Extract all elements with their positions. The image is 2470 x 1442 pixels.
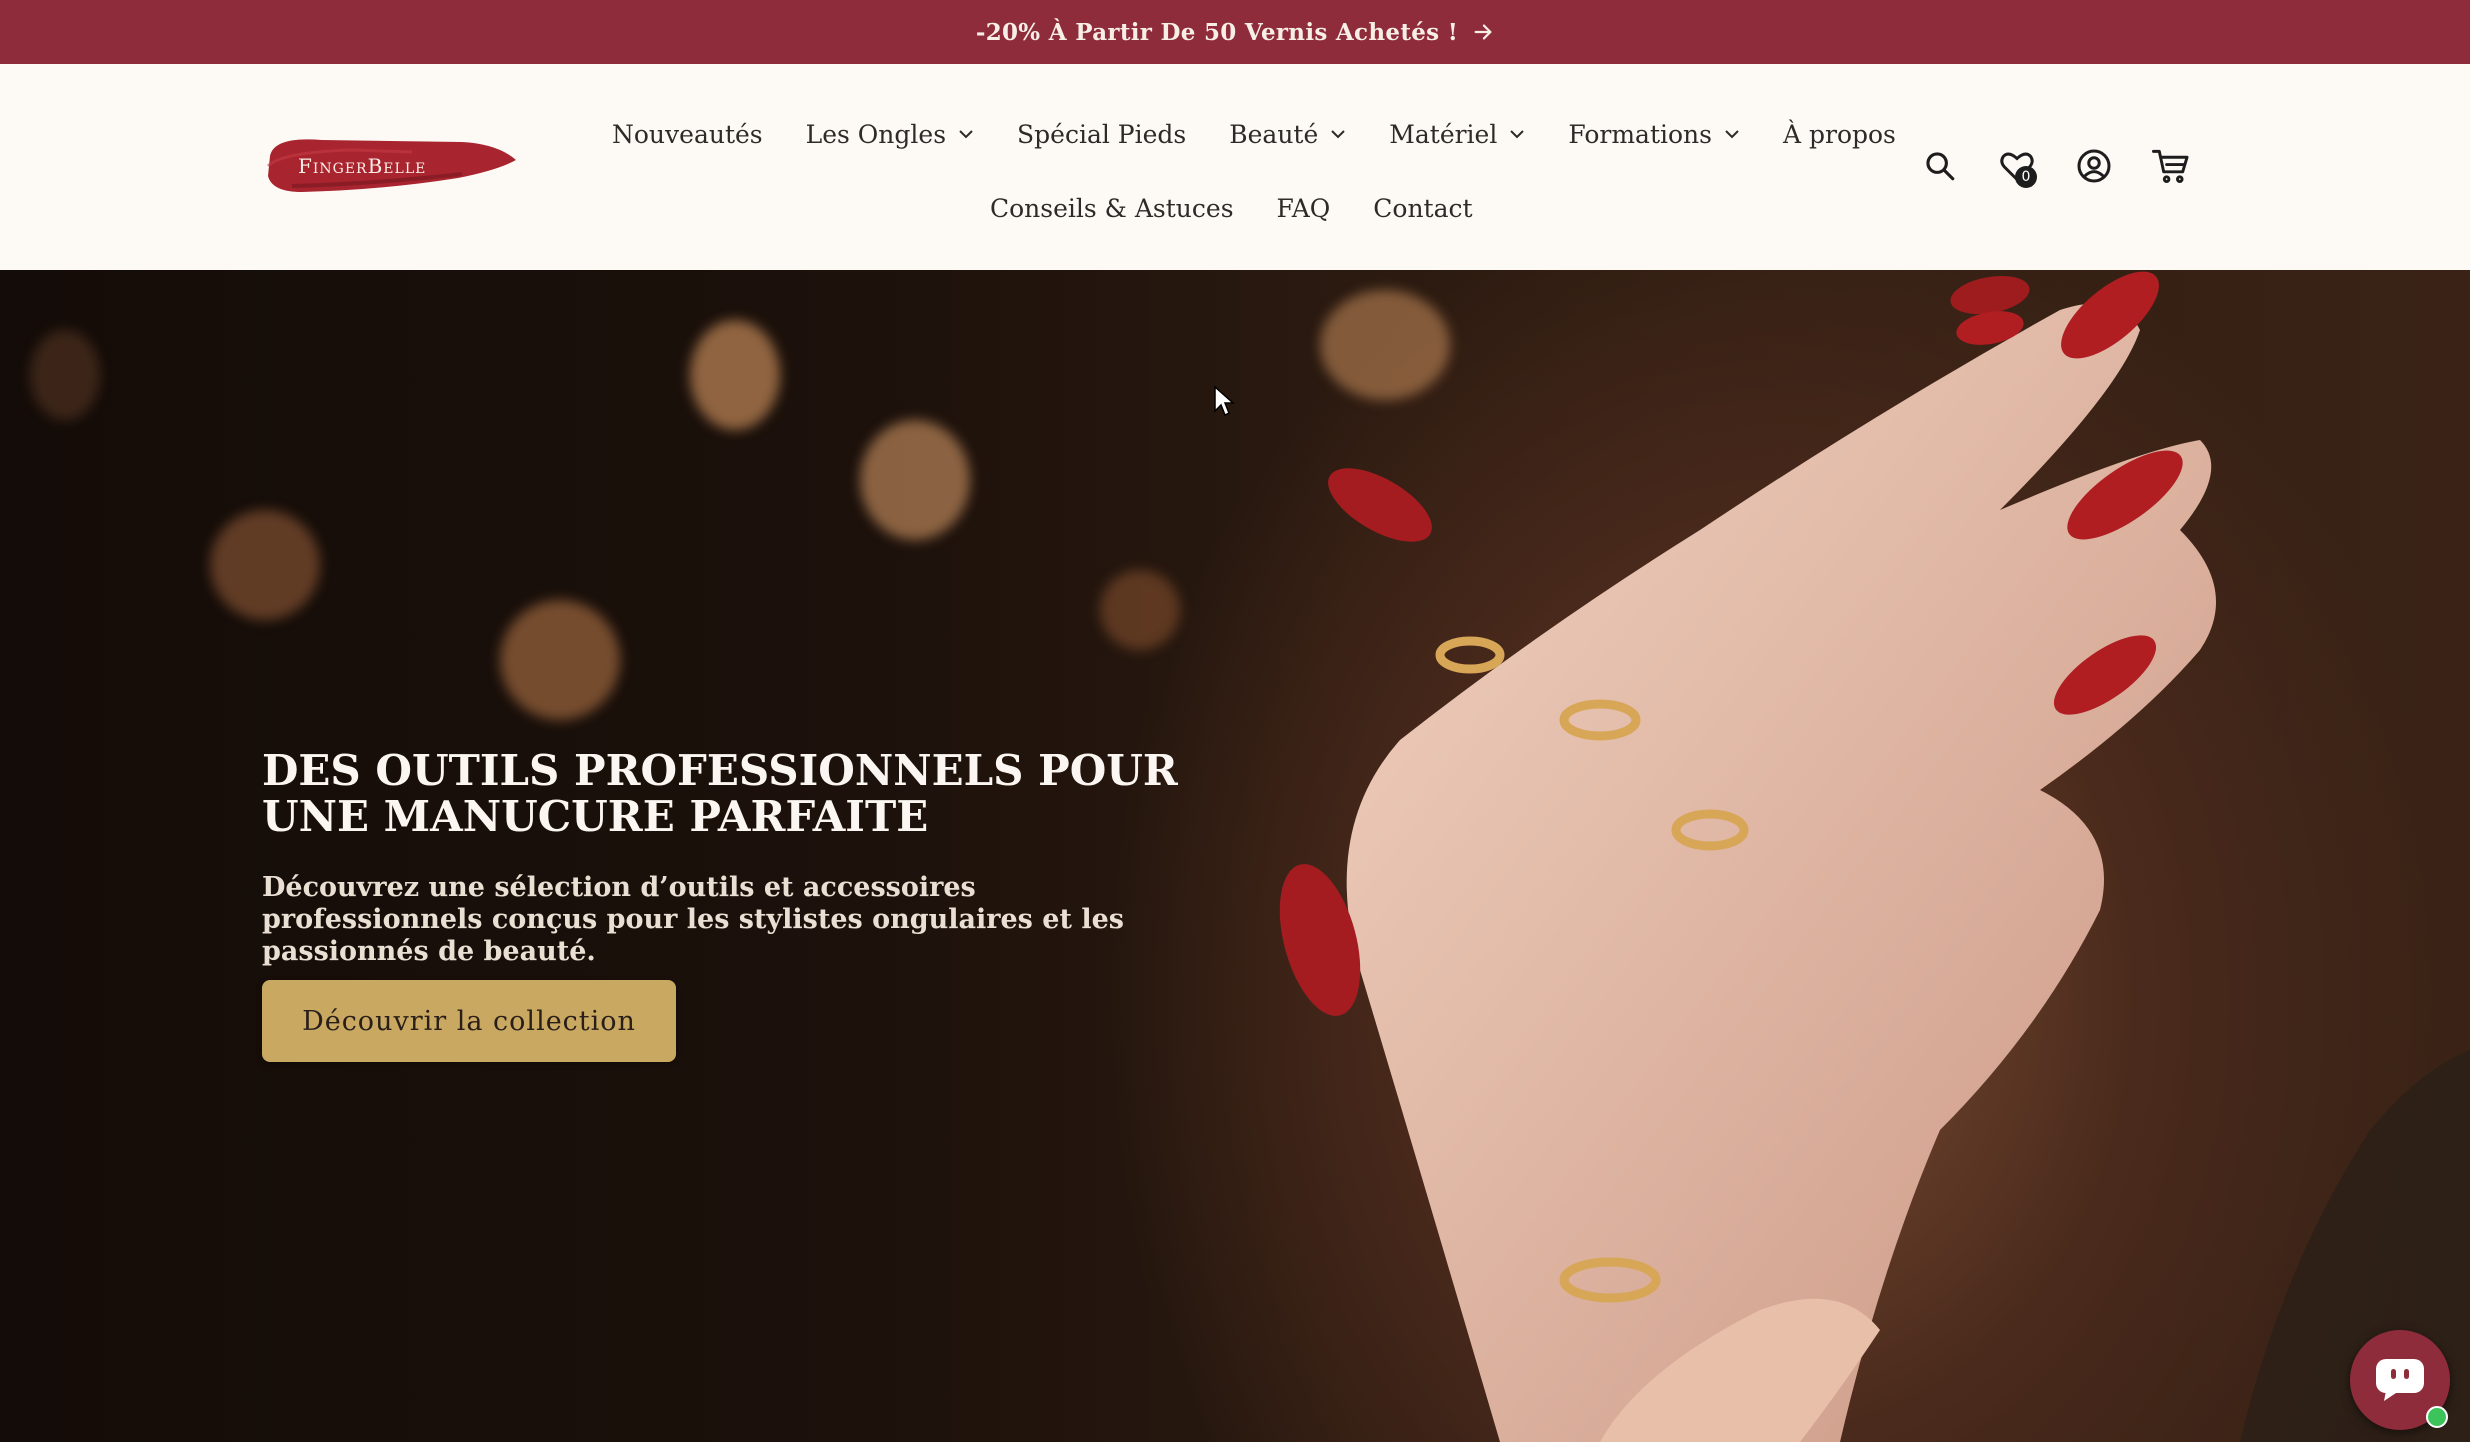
cart-button[interactable]: [2149, 144, 2193, 188]
chevron-down-icon: [1724, 129, 1740, 139]
hero-subtitle: Découvrez une sélection d’outils et acce…: [262, 872, 1124, 967]
nav-item-beaute[interactable]: Beauté: [1229, 120, 1346, 149]
chevron-down-icon: [958, 129, 974, 139]
chat-widget-button[interactable]: [2350, 1330, 2450, 1430]
nav-item-materiel[interactable]: Matériel: [1389, 120, 1525, 149]
wishlist-button[interactable]: 0: [1995, 144, 2039, 188]
chat-bubble-icon: [2376, 1359, 2424, 1401]
hero-title: DES OUTILS PROFESSIONNELS POUR UNE MANUC…: [262, 746, 1178, 841]
discover-collection-button[interactable]: Découvrir la collection: [262, 980, 676, 1062]
main-nav-row-1: Nouveautés Les Ongles Spécial Pieds Beau…: [612, 112, 1939, 156]
nav-item-special-pieds[interactable]: Spécial Pieds: [1017, 120, 1186, 149]
nav-item-a-propos[interactable]: À propos: [1783, 120, 1896, 149]
nav-item-formations[interactable]: Formations: [1568, 120, 1740, 149]
logo[interactable]: FingerBelle: [262, 126, 522, 206]
nav-item-conseils-astuces[interactable]: Conseils & Astuces: [990, 194, 1234, 223]
main-nav-row-2: Conseils & Astuces FAQ Contact: [990, 186, 1516, 230]
online-status-dot: [2426, 1406, 2448, 1428]
account-icon: [2077, 149, 2111, 183]
logo-text: FingerBelle: [298, 154, 427, 178]
header-icons: 0: [1918, 144, 2226, 188]
search-button[interactable]: [1918, 144, 1962, 188]
nav-item-faq[interactable]: FAQ: [1277, 194, 1331, 223]
chevron-down-icon: [1330, 129, 1346, 139]
announcement-bar[interactable]: -20% À Partir De 50 Vernis Achetés !: [0, 0, 2470, 64]
announcement-text: -20% À Partir De 50 Vernis Achetés !: [975, 18, 1459, 46]
cart-icon: [2152, 149, 2189, 183]
nav-item-contact[interactable]: Contact: [1373, 194, 1472, 223]
cta-label: Découvrir la collection: [302, 1005, 636, 1037]
nav-item-nouveautes[interactable]: Nouveautés: [612, 120, 763, 149]
mouse-cursor-icon: [1214, 385, 1235, 417]
nav-item-les-ongles[interactable]: Les Ongles: [806, 120, 974, 149]
arrow-right-icon: [1472, 21, 1494, 43]
site-header: FingerBelle Nouveautés Les Ongles Spécia…: [0, 64, 2470, 270]
search-icon: [1926, 152, 1955, 181]
account-button[interactable]: [2072, 144, 2116, 188]
wishlist-count-badge: 0: [2015, 166, 2037, 188]
chevron-down-icon: [1509, 129, 1525, 139]
hero-banner: DES OUTILS PROFESSIONNELS POUR UNE MANUC…: [0, 270, 2470, 1442]
hero-text-block: DES OUTILS PROFESSIONNELS POUR UNE MANUC…: [262, 748, 1242, 968]
